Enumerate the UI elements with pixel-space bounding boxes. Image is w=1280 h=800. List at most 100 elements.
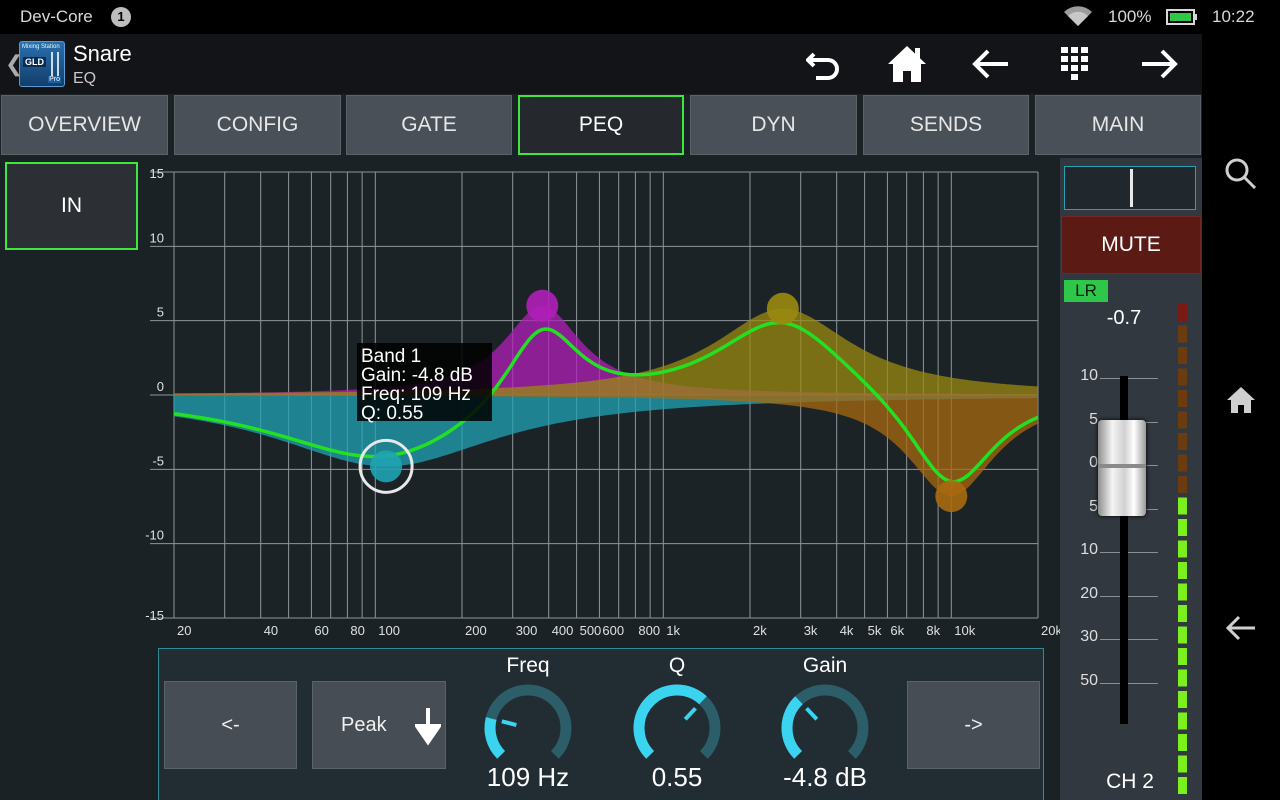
gain-axis-label: 10	[150, 230, 164, 245]
home-button[interactable]	[885, 42, 929, 86]
tab-sends[interactable]: SENDS	[863, 95, 1029, 155]
gain-axis-label: -10	[145, 528, 164, 543]
fader-handle[interactable]	[1098, 420, 1146, 516]
meter-segment	[1178, 583, 1187, 601]
freq-knob[interactable]: Freq 109 Hz	[473, 652, 583, 800]
fader-scale-label: 10	[1080, 367, 1098, 384]
meter-segment	[1178, 626, 1187, 644]
knob-fill	[781, 696, 803, 759]
home-icon	[1227, 387, 1255, 413]
tab-overview[interactable]: OVERVIEW	[1, 95, 168, 155]
next-band-button[interactable]: ->	[907, 681, 1040, 769]
meter-segment	[1178, 734, 1187, 751]
tab-config[interactable]: CONFIG	[174, 95, 341, 155]
meter-segment	[1178, 519, 1187, 536]
freq-axis-label: 20	[177, 623, 191, 638]
pan-control[interactable]	[1064, 166, 1196, 210]
arrow-right-icon	[1142, 49, 1178, 79]
freq-axis-label: 8k	[926, 623, 940, 638]
knob-pointer	[501, 719, 517, 727]
freq-knob-label: Freq	[506, 654, 550, 677]
battery-icon	[1166, 9, 1198, 30]
freq-axis-label: 4k	[840, 623, 854, 638]
gain-knob-label: Gain	[802, 654, 848, 677]
search-icon	[1225, 158, 1257, 190]
logo-gld: GLD	[23, 57, 46, 67]
gain-axis-label: 0	[157, 379, 164, 394]
fader-value: -0.7	[1106, 307, 1142, 329]
freq-axis-label: 40	[264, 623, 278, 638]
fader-scale-label: 0	[1089, 454, 1098, 471]
home-icon	[888, 46, 926, 82]
prev-band-button[interactable]: <-	[164, 681, 297, 769]
fader-scale-label: 50	[1080, 672, 1098, 689]
tab-gate[interactable]: GATE	[346, 95, 512, 155]
gain-knob-dial[interactable]	[779, 682, 871, 766]
logo-fader-icon	[51, 52, 59, 78]
knob-pointer	[683, 706, 697, 721]
tab-dyn[interactable]: DYN	[690, 95, 857, 155]
freq-knob-dial[interactable]	[482, 682, 574, 766]
keypad-button[interactable]	[1053, 42, 1097, 86]
forward-button[interactable]	[1137, 42, 1181, 86]
mute-button[interactable]: MUTE	[1061, 216, 1201, 274]
page-subtitle: EQ	[73, 70, 97, 87]
clock: 10:22	[1212, 7, 1255, 26]
meter-segment	[1178, 433, 1187, 450]
app-logo[interactable]: Mixing Station GLD Pro	[19, 41, 65, 87]
meter-segment	[1178, 562, 1187, 579]
freq-axis-label: 600	[602, 623, 624, 638]
fader-scale-tick	[1100, 596, 1158, 597]
lr-bus-badge[interactable]: LR	[1064, 280, 1108, 302]
fader-scale-label: 20	[1080, 585, 1098, 602]
eq-graph[interactable]: 20 40 60 80 100 200 300 400 500 600 800 1k 2k 3k 4k 5k 6…	[0, 162, 1060, 642]
undo-icon	[806, 52, 839, 80]
gain-axis-label: 5	[157, 305, 164, 320]
q-value: 0.55	[651, 762, 703, 792]
fader-scale-tick	[1100, 683, 1158, 684]
tooltip-freq: Freq: 109 Hz	[361, 384, 471, 405]
freq-axis-label: 400	[552, 623, 574, 638]
q-knob-label: Q	[668, 654, 686, 677]
meter-segment	[1178, 347, 1187, 364]
logo-pro-badge: Pro	[48, 76, 61, 83]
freq-axis-label: 80	[350, 623, 364, 638]
back-button[interactable]	[969, 42, 1013, 86]
q-knob[interactable]: Q 0.55	[622, 652, 732, 800]
level-meter	[1178, 304, 1187, 794]
meter-segment	[1178, 669, 1187, 687]
knob-track	[484, 684, 572, 759]
gain-knob[interactable]: Gain -4.8 dB	[770, 652, 880, 800]
system-home-button[interactable]	[1221, 380, 1261, 420]
fader-scale-label: 10	[1080, 541, 1098, 558]
fader-scale-tick	[1100, 378, 1158, 379]
channel-title: Snare	[73, 41, 132, 66]
q-knob-dial[interactable]	[631, 682, 723, 766]
arrow-left-icon	[972, 49, 1008, 79]
freq-axis-label: 20k	[1041, 623, 1060, 638]
band-handle-3[interactable]	[766, 292, 799, 325]
device-name: Dev-Core	[20, 7, 93, 26]
tab-peq[interactable]: PEQ	[518, 95, 684, 155]
freq-axis-label: 5k	[868, 623, 882, 638]
band-handle-2[interactable]	[526, 289, 559, 322]
logo-text: Mixing Station	[22, 44, 60, 50]
band-tooltip: Band 1 Gain: -4.8 dB Freq: 109 Hz Q: 0.5…	[357, 343, 492, 424]
band-handle-1[interactable]	[370, 450, 403, 483]
search-button[interactable]	[1221, 154, 1261, 194]
app-header: ❮ Mixing Station GLD Pro Snare EQ	[0, 34, 1202, 94]
system-back-button[interactable]	[1221, 608, 1261, 648]
freq-axis-label: 1k	[666, 623, 680, 638]
undo-button[interactable]	[802, 42, 846, 86]
app-window: ❮ Mixing Station GLD Pro Snare EQ OVERVI…	[0, 34, 1202, 800]
knob-pointer	[805, 706, 819, 721]
meter-segment	[1178, 540, 1187, 558]
meter-segment	[1178, 325, 1187, 343]
knob-fill	[633, 684, 707, 759]
band-handle-4[interactable]	[935, 480, 968, 513]
filter-type-dropdown[interactable]: Peak	[312, 681, 446, 769]
notification-badge: 1	[111, 7, 131, 27]
fader-scale-label: 30	[1080, 628, 1098, 645]
tab-main[interactable]: MAIN	[1035, 95, 1201, 155]
channel-number: CH 2	[1106, 770, 1154, 793]
